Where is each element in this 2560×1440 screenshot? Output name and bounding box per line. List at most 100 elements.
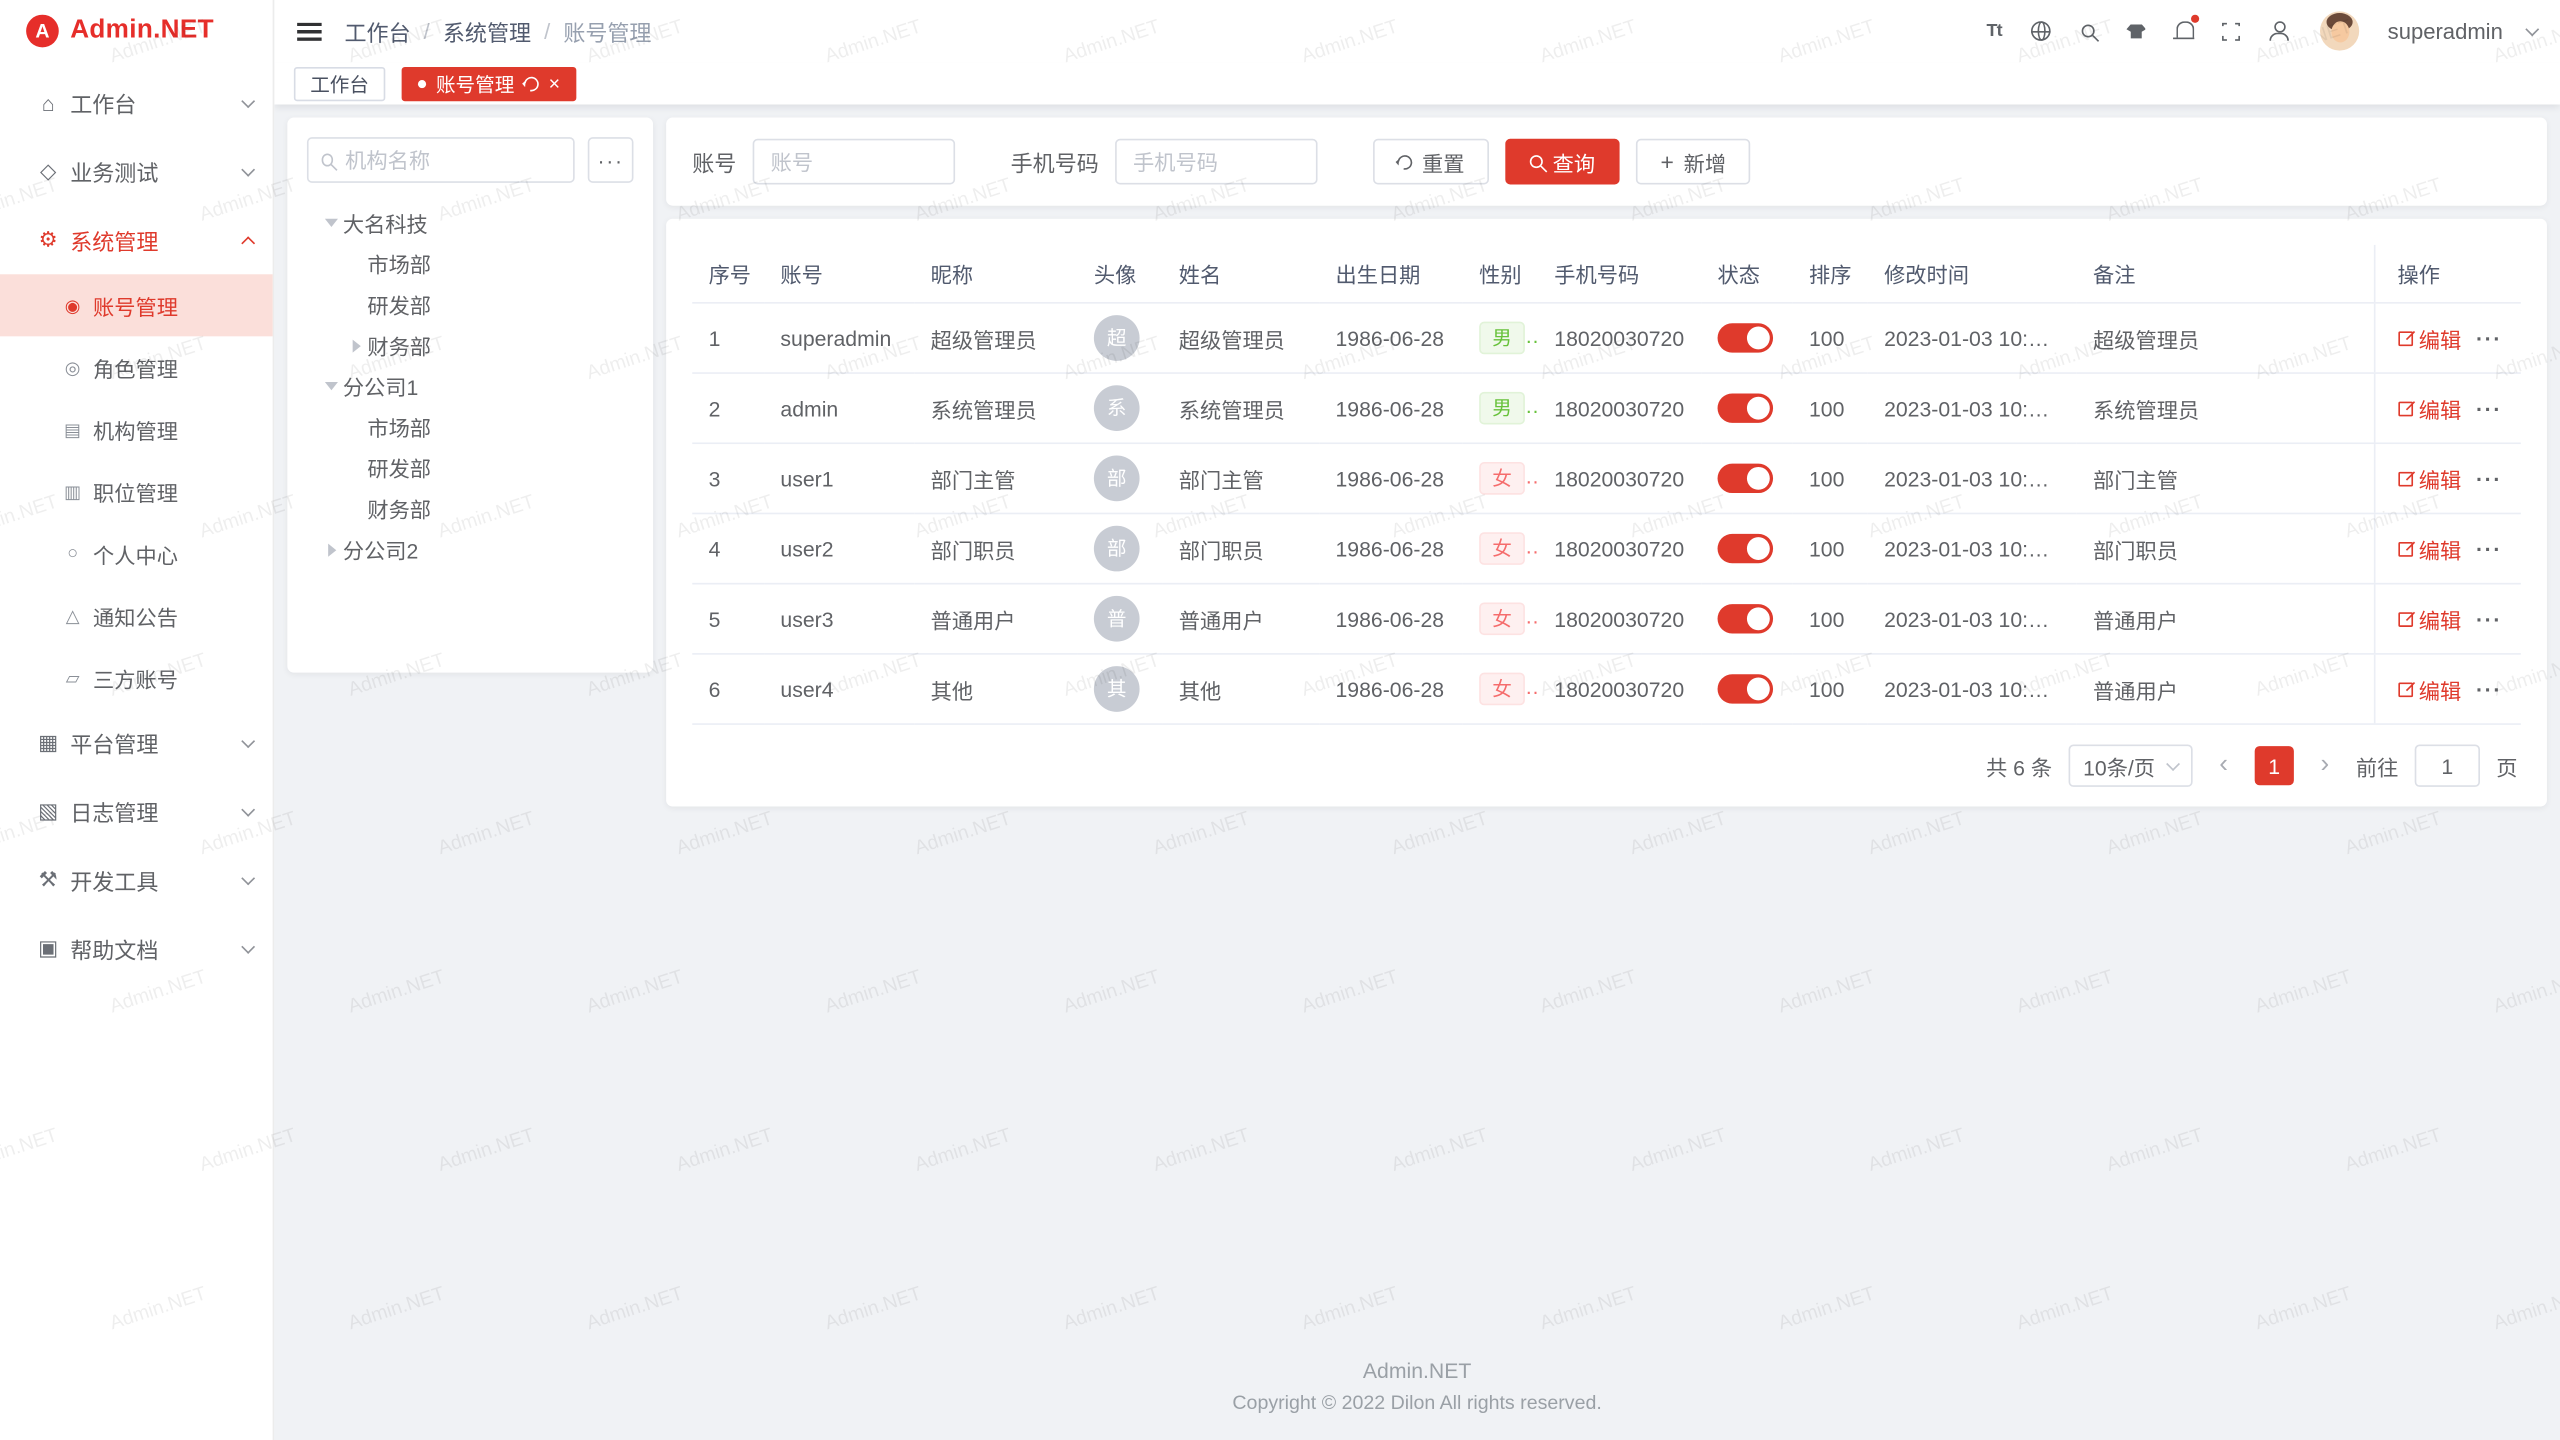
tree-node[interactable]: 财务部 (307, 488, 634, 529)
cell-sort: 100 (1793, 584, 1868, 654)
org-search-field[interactable] (307, 137, 575, 183)
edit-button[interactable]: 编辑 (2398, 393, 2462, 424)
next-page-button[interactable]: › (2310, 753, 2339, 779)
more-actions-button[interactable]: ··· (2476, 326, 2502, 350)
sidebar-item-notice-announcement[interactable]: △通知公告 (0, 584, 273, 646)
tree-caret-collapsed-icon[interactable] (327, 543, 335, 556)
sidebar-item-third-party-account[interactable]: ▱三方账号 (0, 647, 273, 709)
current-page[interactable]: 1 (2255, 746, 2294, 785)
tree-node[interactable]: 财务部 (307, 325, 634, 366)
cell-account: user2 (764, 513, 914, 583)
chevron-down-icon (2166, 756, 2180, 770)
org-more-button[interactable]: ··· (588, 137, 634, 183)
tab-account-management[interactable]: 账号管理× (402, 66, 577, 100)
search-button[interactable]: 查询 (1505, 139, 1619, 185)
tree-node-label: 财务部 (367, 330, 431, 361)
breadcrumb-separator: / (424, 19, 430, 43)
grid-icon: ▦ (36, 730, 60, 756)
column-header: 序号 (692, 245, 764, 303)
status-toggle[interactable] (1718, 464, 1774, 493)
edit-button[interactable]: 编辑 (2398, 322, 2462, 353)
font-size-icon[interactable]: Tt (1980, 16, 2009, 45)
breadcrumb-separator: / (544, 19, 550, 43)
tree-caret-expanded-icon[interactable] (325, 382, 338, 390)
tree-node[interactable]: 市场部 (307, 243, 634, 284)
status-toggle[interactable] (1718, 604, 1774, 633)
chevron-down-icon (241, 871, 255, 885)
cell-modified: 2023-01-03 10:59:44 (1868, 654, 2077, 724)
hamburger-icon[interactable] (297, 22, 321, 40)
account-input[interactable] (753, 139, 955, 185)
phone-input[interactable] (1115, 139, 1317, 185)
tree-node[interactable]: 研发部 (307, 284, 634, 325)
accounts-table: 序号账号昵称头像姓名出生日期性别手机号码状态排序修改时间备注操作 1supera… (692, 245, 2521, 725)
reset-button[interactable]: 重置 (1373, 139, 1489, 185)
edit-button[interactable]: 编辑 (2398, 463, 2462, 494)
tab-workbench[interactable]: 工作台 (294, 66, 385, 100)
sidebar-item-log-management[interactable]: ▧日志管理 (0, 777, 273, 846)
page-size-select[interactable]: 10条/页 (2068, 744, 2192, 786)
sidebar-item-business-test[interactable]: ◇业务测试 (0, 137, 273, 206)
goto-page-input[interactable] (2415, 744, 2480, 786)
footer: Admin.NET Copyright © 2022 Dilon All rig… (287, 1358, 2547, 1427)
sidebar-item-dev-tools[interactable]: ⚒开发工具 (0, 846, 273, 915)
cell-nickname: 超级管理员 (914, 303, 1077, 373)
logo[interactable]: A Admin.NET (0, 0, 273, 62)
cell-birthday: 1986-06-28 (1319, 654, 1463, 724)
sidebar-item-system-management[interactable]: ⚙系统管理 (0, 206, 273, 275)
tree-node[interactable]: 分公司2 (307, 529, 634, 570)
more-actions-button[interactable]: ··· (2476, 466, 2502, 490)
breadcrumb-item[interactable]: 工作台 (344, 15, 410, 48)
prev-page-button[interactable]: ‹ (2209, 753, 2238, 779)
tree-node-label: 研发部 (367, 289, 431, 320)
more-actions-button[interactable]: ··· (2476, 536, 2502, 560)
search-icon[interactable] (2074, 16, 2103, 45)
more-actions-button[interactable]: ··· (2476, 677, 2502, 701)
tree-node[interactable]: 市场部 (307, 407, 634, 448)
add-button[interactable]: +新增 (1636, 139, 1751, 185)
org-search-input[interactable] (345, 148, 560, 172)
sidebar-item-org-management[interactable]: ▤机构管理 (0, 398, 273, 460)
column-header: 状态 (1701, 245, 1792, 303)
table-body: 1superadmin超级管理员超超级管理员1986-06-28男1802003… (692, 303, 2521, 724)
bell-icon[interactable] (2169, 16, 2198, 45)
status-toggle[interactable] (1718, 534, 1774, 563)
sidebar-item-role-management[interactable]: ◎角色管理 (0, 336, 273, 398)
status-toggle[interactable] (1718, 393, 1774, 422)
sidebar-item-position-management[interactable]: ▥职位管理 (0, 460, 273, 522)
sidebar-item-account-management[interactable]: ◉账号管理 (0, 274, 273, 336)
tree-node[interactable]: 研发部 (307, 447, 634, 488)
cell-no: 3 (692, 443, 764, 513)
user-settings-icon[interactable] (2264, 16, 2293, 45)
right-column: 账号 手机号码 重置 查询 +新增 (666, 118, 2547, 807)
sidebar-item-help-docs[interactable]: ▣帮助文档 (0, 914, 273, 983)
breadcrumb-item[interactable]: 系统管理 (443, 15, 531, 48)
sidebar-item-workbench[interactable]: ⌂工作台 (0, 69, 273, 138)
sidebar-item-platform-management[interactable]: ▦平台管理 (0, 709, 273, 778)
status-toggle[interactable] (1718, 323, 1774, 352)
locale-icon[interactable] (2027, 16, 2056, 45)
theme-icon[interactable] (2122, 16, 2151, 45)
fullscreen-icon[interactable] (2216, 16, 2245, 45)
edit-button[interactable]: 编辑 (2398, 673, 2462, 704)
gender-tag: 男 (1479, 392, 1525, 425)
tree-node[interactable]: 大名科技 (307, 202, 634, 243)
role-icon: ◎ (62, 357, 83, 378)
edit-button[interactable]: 编辑 (2398, 603, 2462, 634)
sidebar-item-label: 系统管理 (70, 224, 233, 257)
breadcrumb-item[interactable]: 账号管理 (563, 15, 651, 48)
username[interactable]: superadmin (2388, 19, 2503, 43)
more-actions-button[interactable]: ··· (2476, 607, 2502, 631)
tree-caret-expanded-icon[interactable] (325, 219, 338, 227)
close-icon[interactable]: × (549, 73, 560, 93)
row-avatar: 部 (1094, 526, 1140, 572)
edit-button[interactable]: 编辑 (2398, 533, 2462, 564)
sidebar-item-personal-center[interactable]: ○个人中心 (0, 522, 273, 584)
status-toggle[interactable] (1718, 674, 1774, 703)
avatar[interactable] (2321, 11, 2360, 50)
more-actions-button[interactable]: ··· (2476, 396, 2502, 420)
refresh-icon[interactable] (521, 73, 541, 93)
tree-node[interactable]: 分公司1 (307, 366, 634, 407)
row-avatar: 其 (1094, 666, 1140, 712)
tree-caret-collapsed-icon[interactable] (352, 339, 360, 352)
